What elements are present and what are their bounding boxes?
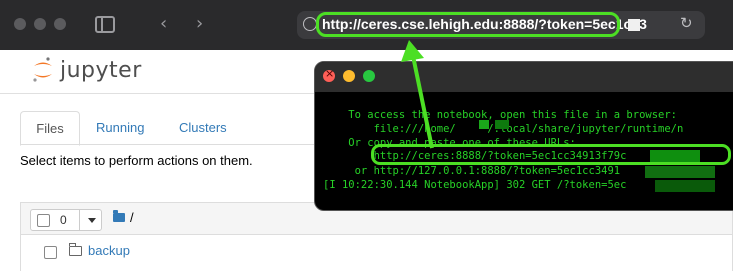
redaction-block <box>479 120 489 129</box>
window-zoom-dot[interactable] <box>54 18 66 30</box>
folder-icon <box>113 210 125 222</box>
terminal-minimize-button[interactable] <box>343 70 355 82</box>
sidebar-toggle-icon[interactable] <box>95 16 115 33</box>
selected-count: 0 <box>60 213 67 227</box>
window-minimize-dot[interactable] <box>34 18 46 30</box>
folder-icon <box>68 243 82 256</box>
redaction-block <box>650 150 700 162</box>
file-name-link[interactable]: backup <box>88 243 130 258</box>
terminal-zoom-button[interactable] <box>363 70 375 82</box>
tab-running[interactable]: Running <box>96 111 144 144</box>
window-close-dot[interactable] <box>14 18 26 30</box>
terminal-close-button[interactable] <box>323 67 335 82</box>
redaction-block <box>628 19 640 31</box>
chevron-down-icon[interactable] <box>79 209 104 231</box>
terminal-line: or http://127.0.0.1:8888/?token=5ec1cc34… <box>323 165 621 177</box>
redaction-block <box>655 180 715 192</box>
terminal-titlebar <box>315 62 733 92</box>
breadcrumb[interactable]: / <box>130 210 134 225</box>
select-all-checkbox[interactable] <box>37 214 50 227</box>
tab-clusters[interactable]: Clusters <box>179 111 227 144</box>
terminal-window: To access the notebook, open this file i… <box>314 61 733 211</box>
globe-icon <box>303 17 317 31</box>
chevron-left-icon[interactable]: ‹ <box>160 12 167 36</box>
redaction-block <box>645 166 715 178</box>
select-all-button[interactable]: 0 <box>30 209 102 231</box>
redaction-block <box>495 120 509 129</box>
instructions-text: Select items to perform actions on them. <box>20 153 253 168</box>
url-highlight-box <box>316 12 620 37</box>
row-checkbox[interactable] <box>44 246 57 259</box>
terminal-line: [I 10:22:30.144 NotebookApp] 302 GET /?t… <box>323 179 627 191</box>
chevron-right-icon[interactable]: › <box>196 12 203 36</box>
tab-files[interactable]: Files <box>20 111 80 146</box>
jupyter-logo-text: jupyter <box>60 58 142 83</box>
reload-icon[interactable]: ↻ <box>680 14 693 32</box>
file-row[interactable]: backup <box>20 234 733 271</box>
jupyter-logo-icon <box>33 57 52 82</box>
